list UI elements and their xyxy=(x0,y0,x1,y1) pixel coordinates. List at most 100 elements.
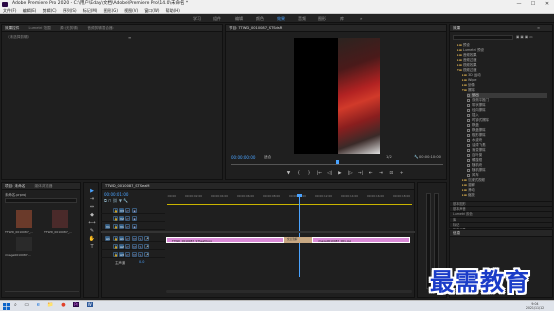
effect-item[interactable]: 百叶窗 xyxy=(467,153,482,158)
word-icon[interactable]: W xyxy=(86,302,93,307)
track-lock-icon[interactable]: 🔒 xyxy=(113,243,118,249)
task-view-icon[interactable]: ▭ xyxy=(24,302,29,308)
menu-graphics[interactable]: 图形(G) xyxy=(104,8,118,13)
effect-folder[interactable]: ▸▬ 预设 xyxy=(457,43,470,48)
button-editor-button[interactable]: + xyxy=(397,171,406,177)
effect-item[interactable]: 双侧平推门 xyxy=(467,98,489,103)
workspace-more-chevron[interactable]: » xyxy=(360,14,362,23)
effect-folder[interactable]: ▸▬ 缩放 xyxy=(462,193,475,198)
tab-program[interactable]: 节目: TTWD_0010087_STSdsR xyxy=(229,26,282,30)
timeline-clip[interactable]: image0010087_001.jpg xyxy=(312,237,410,243)
effect-item[interactable]: 径向擦除 xyxy=(467,108,486,113)
effect-item[interactable]: 螺旋框 xyxy=(467,158,482,163)
pen-tool[interactable]: ✎ xyxy=(87,227,97,235)
track-sync-icon[interactable]: ⇄ xyxy=(125,243,130,249)
track-sync-icon[interactable]: ⇄ xyxy=(125,251,130,257)
timeline-horizontal-scrollbar[interactable] xyxy=(166,290,412,293)
tab-lumetri-scopes[interactable]: Lumetri 范围 xyxy=(29,26,51,30)
effects-menu-icon[interactable]: ≡ xyxy=(537,25,540,32)
workspace-audio[interactable]: 音频 xyxy=(298,14,306,23)
track-target-toggle[interactable]: A1 xyxy=(119,235,124,241)
menu-clip[interactable]: 剪辑(C) xyxy=(43,8,57,13)
transition-clip[interactable]: 交叉溶解 xyxy=(284,237,312,243)
effect-folder[interactable]: ▸▬ 溶解 xyxy=(462,183,475,188)
effect-folder[interactable]: ▸▬ 3D 运动 xyxy=(462,73,481,78)
ripple-edit-tool[interactable]: ⇔ xyxy=(87,203,97,211)
monitor-playhead-marker[interactable] xyxy=(336,160,339,164)
go-to-in-button[interactable]: |← xyxy=(315,171,324,177)
record-icon[interactable]: 🎤 xyxy=(144,243,149,249)
track-lock-icon[interactable]: 🔒 xyxy=(113,215,118,221)
effect-folder[interactable]: ▸▬ Lumetri 预设 xyxy=(457,48,484,53)
play-button[interactable]: ▶ xyxy=(335,171,344,177)
search-icon[interactable]: ⌕ xyxy=(14,302,17,308)
extract-button[interactable]: ⇥ xyxy=(377,171,386,177)
effect-item[interactable]: 带状擦除 xyxy=(467,103,486,108)
workspace-assembly[interactable]: 组件 xyxy=(213,14,221,23)
maximize-button[interactable]: ☐ xyxy=(526,0,540,8)
project-item-thumbnail-1[interactable] xyxy=(16,210,32,228)
track-lock-icon[interactable]: 🔒 xyxy=(113,223,118,229)
source-patch-v1[interactable]: V1 xyxy=(105,223,110,229)
effect-item[interactable]: 随机擦除 xyxy=(467,168,486,173)
mark-out-button[interactable]: } xyxy=(305,171,314,177)
track-sync-icon[interactable]: ⇄ xyxy=(125,207,130,213)
solo-button[interactable]: S xyxy=(138,235,143,241)
step-forward-button[interactable]: |▷ xyxy=(346,171,355,177)
workspace-color[interactable]: 颜色 xyxy=(256,14,264,23)
track-sync-icon[interactable]: ⇄ xyxy=(125,235,130,241)
effect-folder[interactable]: ▾▬ 视频过渡 xyxy=(457,68,477,73)
go-to-out-button[interactable]: →| xyxy=(356,171,365,177)
mute-button[interactable]: M xyxy=(132,251,137,257)
track-target-toggle[interactable]: V2 xyxy=(119,215,124,221)
panel-menu-icon[interactable]: ≡ xyxy=(128,35,131,40)
effect-item[interactable]: 划出 xyxy=(467,93,547,98)
playhead-handle[interactable] xyxy=(297,194,302,197)
menu-marker[interactable]: 标记(M) xyxy=(83,8,98,13)
razor-tool[interactable]: ◆ xyxy=(87,211,97,219)
file-explorer-icon[interactable]: 📁 xyxy=(47,302,53,308)
timeline-settings-icon[interactable]: 🔧 xyxy=(123,198,128,203)
type-tool[interactable]: T xyxy=(87,243,97,251)
tab-sequence[interactable]: TTWD_0010087_STSeaM xyxy=(105,184,150,188)
track-lock-icon[interactable]: 🔒 xyxy=(113,251,118,257)
windows-icon[interactable] xyxy=(3,303,10,310)
menu-sequence[interactable]: 序列(S) xyxy=(63,8,77,13)
selection-tool[interactable]: ▶ xyxy=(87,187,97,195)
track-sync-icon[interactable]: ⇄ xyxy=(125,215,130,221)
effect-item[interactable]: 时钟式擦除 xyxy=(467,118,489,123)
step-back-button[interactable]: ◁| xyxy=(325,171,334,177)
effect-item[interactable]: 渐变擦除 xyxy=(467,148,486,153)
solo-button[interactable]: S xyxy=(138,251,143,257)
project-item-thumbnail-2[interactable] xyxy=(52,210,68,228)
effect-item[interactable]: 楔形擦除 xyxy=(467,133,486,138)
menu-window[interactable]: 窗口(W) xyxy=(144,8,159,13)
workspace-graphics[interactable]: 图形 xyxy=(318,14,326,23)
edge-browser-icon[interactable]: e xyxy=(37,302,40,308)
menu-file[interactable]: 文件(F) xyxy=(3,8,16,13)
effect-folder[interactable]: ▾▬ 擦除 xyxy=(462,88,475,93)
add-marker-button[interactable]: ▼ xyxy=(284,171,293,177)
menu-help[interactable]: 帮助(H) xyxy=(166,8,180,13)
effects-panel-title[interactable]: 效果 xyxy=(453,26,460,30)
tab-media-browser[interactable]: 媒体浏览器 xyxy=(34,184,52,188)
track-select-tool[interactable]: ⇥ xyxy=(87,195,97,203)
timeline-playhead[interactable] xyxy=(299,195,300,277)
timeline-clip[interactable]: TTWD_0010087_STSeaM.jpg xyxy=(166,237,284,243)
system-clock[interactable]: 9:04 2021/11/12 xyxy=(520,302,550,310)
track-target-toggle[interactable]: A3 xyxy=(119,251,124,257)
project-item-thumbnail-3[interactable] xyxy=(16,237,32,251)
effect-item[interactable]: 水波块 xyxy=(467,138,482,143)
hand-tool[interactable]: ✋ xyxy=(87,235,97,243)
track-visibility-icon[interactable]: ◉ xyxy=(132,215,137,221)
effect-folder[interactable]: ▸▬ 沉浸式视频 xyxy=(462,178,485,183)
effect-item[interactable]: 棋盘 xyxy=(467,123,479,128)
effect-folder[interactable]: ▸▬ 划像 xyxy=(462,83,475,88)
minimize-button[interactable]: — xyxy=(512,0,526,8)
track-lock-icon[interactable]: 🔒 xyxy=(113,235,118,241)
track-visibility-icon[interactable]: ◉ xyxy=(132,207,137,213)
tab-audio-clip-mixer[interactable]: 音频剪辑混合器: xyxy=(87,26,113,30)
solo-button[interactable]: S xyxy=(138,243,143,249)
premiere-pro-taskbar-icon[interactable]: Pr xyxy=(73,302,80,307)
track-target-toggle[interactable]: A2 xyxy=(119,243,124,249)
